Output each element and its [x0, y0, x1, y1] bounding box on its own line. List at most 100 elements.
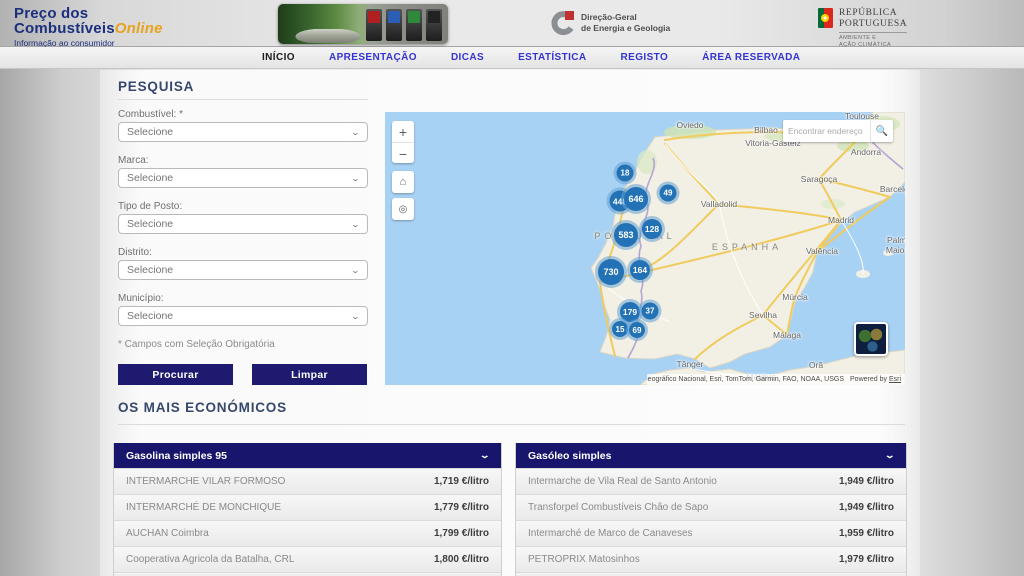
station-cluster-marker[interactable]: 15	[612, 321, 628, 337]
table-row[interactable]: AUCHAN Coimbra1,799 €/litro	[114, 520, 501, 546]
station-cluster-marker[interactable]: 179	[620, 302, 640, 322]
search-title-divider	[118, 99, 368, 100]
table-row[interactable]: Intermarché de Marco de Canaveses1,959 €…	[516, 520, 906, 546]
map-label-oviedo: Oviedo	[677, 120, 704, 130]
chevron-down-icon: ⌄	[351, 266, 360, 275]
nav-item-estat-stica[interactable]: ESTATÍSTICA	[518, 52, 586, 63]
chevron-down-icon: ⌄	[351, 312, 360, 321]
dgeg-logo: Direção-Geral de Energia e Geologia	[548, 9, 670, 37]
station-cluster-marker[interactable]: 37	[642, 303, 659, 320]
station-cluster-marker[interactable]: 49	[660, 185, 677, 202]
search-section-title: PESQUISA	[118, 79, 194, 94]
logo-line1: Preço dos	[14, 6, 163, 21]
table-row[interactable]: Transforpel Combustíveis Chão de Sapo1,9…	[516, 494, 906, 520]
search-icon[interactable]: 🔍	[870, 120, 893, 142]
municipio-label: Município:	[118, 293, 164, 304]
attribution-text: Instituto Geográfico Nacional, Esri, Tom…	[647, 376, 844, 383]
chevron-down-icon: ⌄	[351, 128, 360, 137]
nav-item-dicas[interactable]: DICAS	[451, 52, 484, 63]
page: Preço dos CombustíveisOnline Informação …	[0, 0, 1024, 576]
station-cluster-marker[interactable]: 69	[629, 322, 645, 338]
stations-map[interactable]: ESPANHAPORTUGAL ToulouseOviedoBilbaoVito…	[385, 112, 905, 385]
combustivel-label: Combustível: *	[118, 109, 183, 120]
site-logo[interactable]: Preço dos CombustíveisOnline Informação …	[14, 6, 163, 47]
map-label-barcelona: Barcelona	[880, 184, 905, 194]
station-cluster-marker[interactable]: 164	[630, 260, 650, 280]
republica-label: REPÚBLICA PORTUGUESA	[839, 8, 907, 30]
table-row[interactable]: PETROPRIX Matosinhos1,979 €/litro	[516, 546, 906, 572]
republica-portuguesa-logo: REPÚBLICA PORTUGUESA AMBIENTE E AÇÃO CLI…	[818, 8, 907, 49]
zoom-in-button[interactable]: +	[392, 121, 414, 142]
table-row[interactable]: INTERMARCHÉ DE MONCHIQUE1,779 €/litro	[114, 494, 501, 520]
table-row[interactable]: Intermarche de Vila Real de Santo Antoni…	[516, 468, 906, 494]
dgeg-e-icon	[548, 9, 576, 37]
municipio-select[interactable]: Selecione⌄	[118, 306, 368, 326]
nav-item-apresenta-o[interactable]: APRESENTAÇÃO	[329, 52, 417, 63]
map-label-t-nger: Tânger	[677, 359, 704, 369]
station-cluster-marker[interactable]: 18	[617, 165, 634, 182]
tipo-de-posto-select[interactable]: Selecione⌄	[118, 214, 368, 234]
tipo-de-posto-label: Tipo de Posto:	[118, 201, 182, 212]
table-row-partial	[114, 572, 501, 576]
fuel-road-banner-image	[278, 4, 448, 44]
nav-item--rea-reservada[interactable]: ÁREA RESERVADA	[702, 52, 800, 63]
gasolina-table: Gasolina simples 95⌄INTERMARCHE VILAR FO…	[113, 443, 502, 576]
logo-online: Online	[115, 20, 163, 37]
map-label-or-: Orã	[809, 360, 823, 370]
station-cluster-marker[interactable]: 730	[598, 259, 624, 285]
chevron-down-icon: ⌄	[351, 220, 360, 229]
marca-select[interactable]: Selecione⌄	[118, 168, 368, 188]
map-locate-button[interactable]: ◎	[392, 198, 414, 220]
map-label-madrid: Madrid	[828, 215, 854, 225]
nav-item-in-cio[interactable]: INÍCIO	[262, 52, 295, 63]
station-cluster-marker[interactable]: 646	[624, 187, 648, 211]
portugal-flag-icon	[818, 8, 833, 28]
logo-line2: CombustíveisOnline	[14, 21, 163, 36]
clear-button[interactable]: Limpar	[252, 364, 367, 385]
search-button[interactable]: Procurar	[118, 364, 233, 385]
distrito-label: Distrito:	[118, 247, 152, 258]
powered-by: Powered by Esri	[850, 376, 901, 383]
economics-divider	[118, 424, 905, 425]
distrito-select[interactable]: Selecione⌄	[118, 260, 368, 280]
main-nav: INÍCIO APRESENTAÇÃO DICAS ESTATÍSTICA REGIST…	[0, 47, 1024, 69]
map-label-m-rcia: Múrcia	[782, 292, 808, 302]
table-row-partial	[516, 572, 906, 576]
map-search-box: 🔍	[783, 120, 893, 142]
map-region-label: ESPANHA	[712, 242, 782, 252]
map-label-sarago-a: Saragoça	[801, 174, 837, 184]
nav-item-registo[interactable]: REGISTO	[621, 52, 669, 63]
map-label-maiorca: Maiorca	[886, 245, 905, 255]
map-zoom-control: + −	[392, 121, 414, 163]
chevron-down-icon: ⌄	[480, 450, 491, 461]
economics-section-title: OS MAIS ECONÓMICOS	[118, 400, 287, 415]
chevron-down-icon: ⌄	[351, 174, 360, 183]
map-attribution: Instituto Geográfico Nacional, Esri, Tom…	[647, 374, 905, 385]
map-label-m-laga: Málaga	[773, 330, 801, 340]
table-row[interactable]: Cooperativa Agricola da Batalha, CRL1,80…	[114, 546, 501, 572]
station-cluster-marker[interactable]: 128	[642, 219, 662, 239]
station-cluster-marker[interactable]: 583	[614, 223, 638, 247]
table-header-dropdown[interactable]: Gasóleo simples⌄	[516, 443, 906, 468]
map-label-val-ncia: Valência	[806, 246, 838, 256]
gasoleo-table: Gasóleo simples⌄Intermarche de Vila Real…	[515, 443, 907, 576]
marca-label: Marca:	[118, 155, 149, 166]
table-header-dropdown[interactable]: Gasolina simples 95⌄	[114, 443, 501, 468]
map-label-valladolid: Valladolid	[701, 199, 737, 209]
map-label-sevilha: Sevilha	[749, 310, 777, 320]
basemap-toggle-thumbnail[interactable]	[854, 322, 888, 356]
table-row[interactable]: INTERMARCHE VILAR FORMOSO1,719 €/litro	[114, 468, 501, 494]
header: Preço dos CombustíveisOnline Informação …	[0, 0, 1024, 47]
esri-link[interactable]: Esri	[889, 376, 901, 383]
zoom-out-button[interactable]: −	[392, 142, 414, 164]
map-label-andorra: Andorra	[851, 147, 881, 157]
dgeg-label: Direção-Geral de Energia e Geologia	[581, 12, 670, 33]
chevron-down-icon: ⌄	[885, 450, 896, 461]
map-label-palma: Palma	[887, 235, 905, 245]
map-search-input[interactable]	[783, 126, 870, 136]
combustivel-select[interactable]: Selecione⌄	[118, 122, 368, 142]
logo-tagline: Informação ao consumidor	[14, 39, 163, 48]
required-fields-note: * Campos com Seleção Obrigatória	[118, 339, 275, 350]
map-label-bilbao: Bilbao	[754, 125, 778, 135]
map-home-button[interactable]: ⌂	[392, 171, 414, 193]
